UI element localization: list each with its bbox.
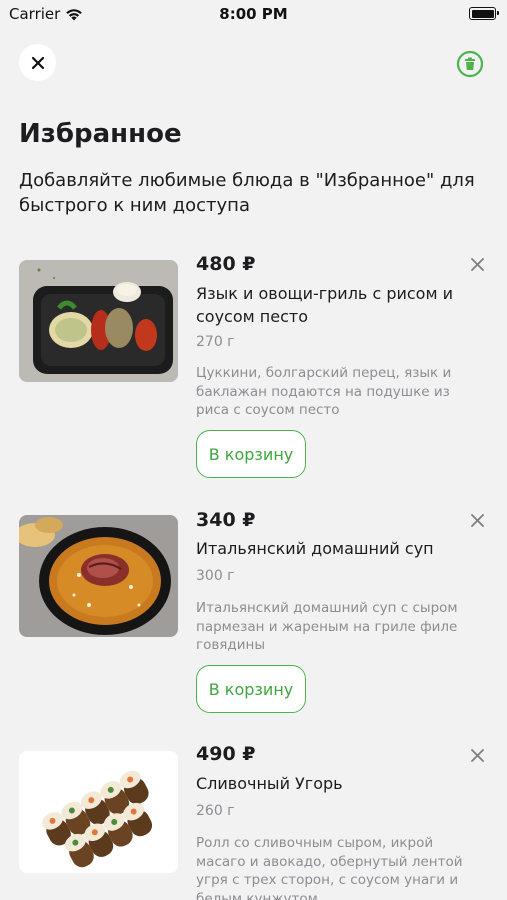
trash-icon bbox=[456, 50, 484, 78]
dish-photo bbox=[19, 751, 178, 873]
dish-image[interactable] bbox=[19, 515, 178, 637]
dish-name[interactable]: Сливочный Угорь bbox=[196, 772, 476, 795]
clear-favorites-button[interactable] bbox=[456, 50, 484, 78]
dish-weight: 270 г bbox=[196, 334, 235, 350]
dish-description: Ролл со сливочным сыром, икрой масаго и … bbox=[196, 835, 463, 900]
remove-item-button[interactable] bbox=[468, 511, 486, 529]
dish-price: 480 ₽ bbox=[196, 253, 256, 275]
dish-description: Цуккини, болгарский перец, язык и баклаж… bbox=[196, 365, 452, 418]
remove-item-button[interactable] bbox=[468, 255, 486, 273]
dish-photo bbox=[19, 515, 178, 637]
close-icon bbox=[31, 56, 44, 69]
add-to-cart-button[interactable]: В корзину bbox=[196, 665, 306, 713]
dish-image[interactable] bbox=[19, 260, 178, 382]
dish-name[interactable]: Итальянский домашний суп bbox=[196, 537, 476, 560]
page-title: Избранное bbox=[19, 119, 182, 149]
dish-price: 490 ₽ bbox=[196, 743, 256, 765]
remove-item-button[interactable] bbox=[468, 746, 486, 764]
close-button[interactable] bbox=[19, 44, 56, 81]
status-bar: Carrier 8:00 PM bbox=[0, 0, 507, 30]
dish-weight: 300 г bbox=[196, 568, 235, 584]
page-subtitle: Добавляйте любимые блюда в "Избранное" д… bbox=[19, 170, 475, 216]
remove-icon bbox=[470, 513, 484, 527]
remove-icon bbox=[470, 748, 484, 762]
dish-image[interactable] bbox=[19, 751, 178, 873]
battery-icon bbox=[469, 7, 499, 20]
dish-price: 340 ₽ bbox=[196, 509, 256, 531]
dish-weight: 260 г bbox=[196, 803, 235, 819]
status-time: 8:00 PM bbox=[219, 5, 288, 23]
add-to-cart-button[interactable]: В корзину bbox=[196, 430, 306, 478]
remove-icon bbox=[470, 257, 484, 271]
dish-description: Итальянский домашний суп с сыром пармеза… bbox=[196, 600, 458, 653]
dish-photo bbox=[19, 260, 178, 382]
dish-name[interactable]: Язык и овощи-гриль с рисом и соусом пест… bbox=[196, 282, 476, 328]
